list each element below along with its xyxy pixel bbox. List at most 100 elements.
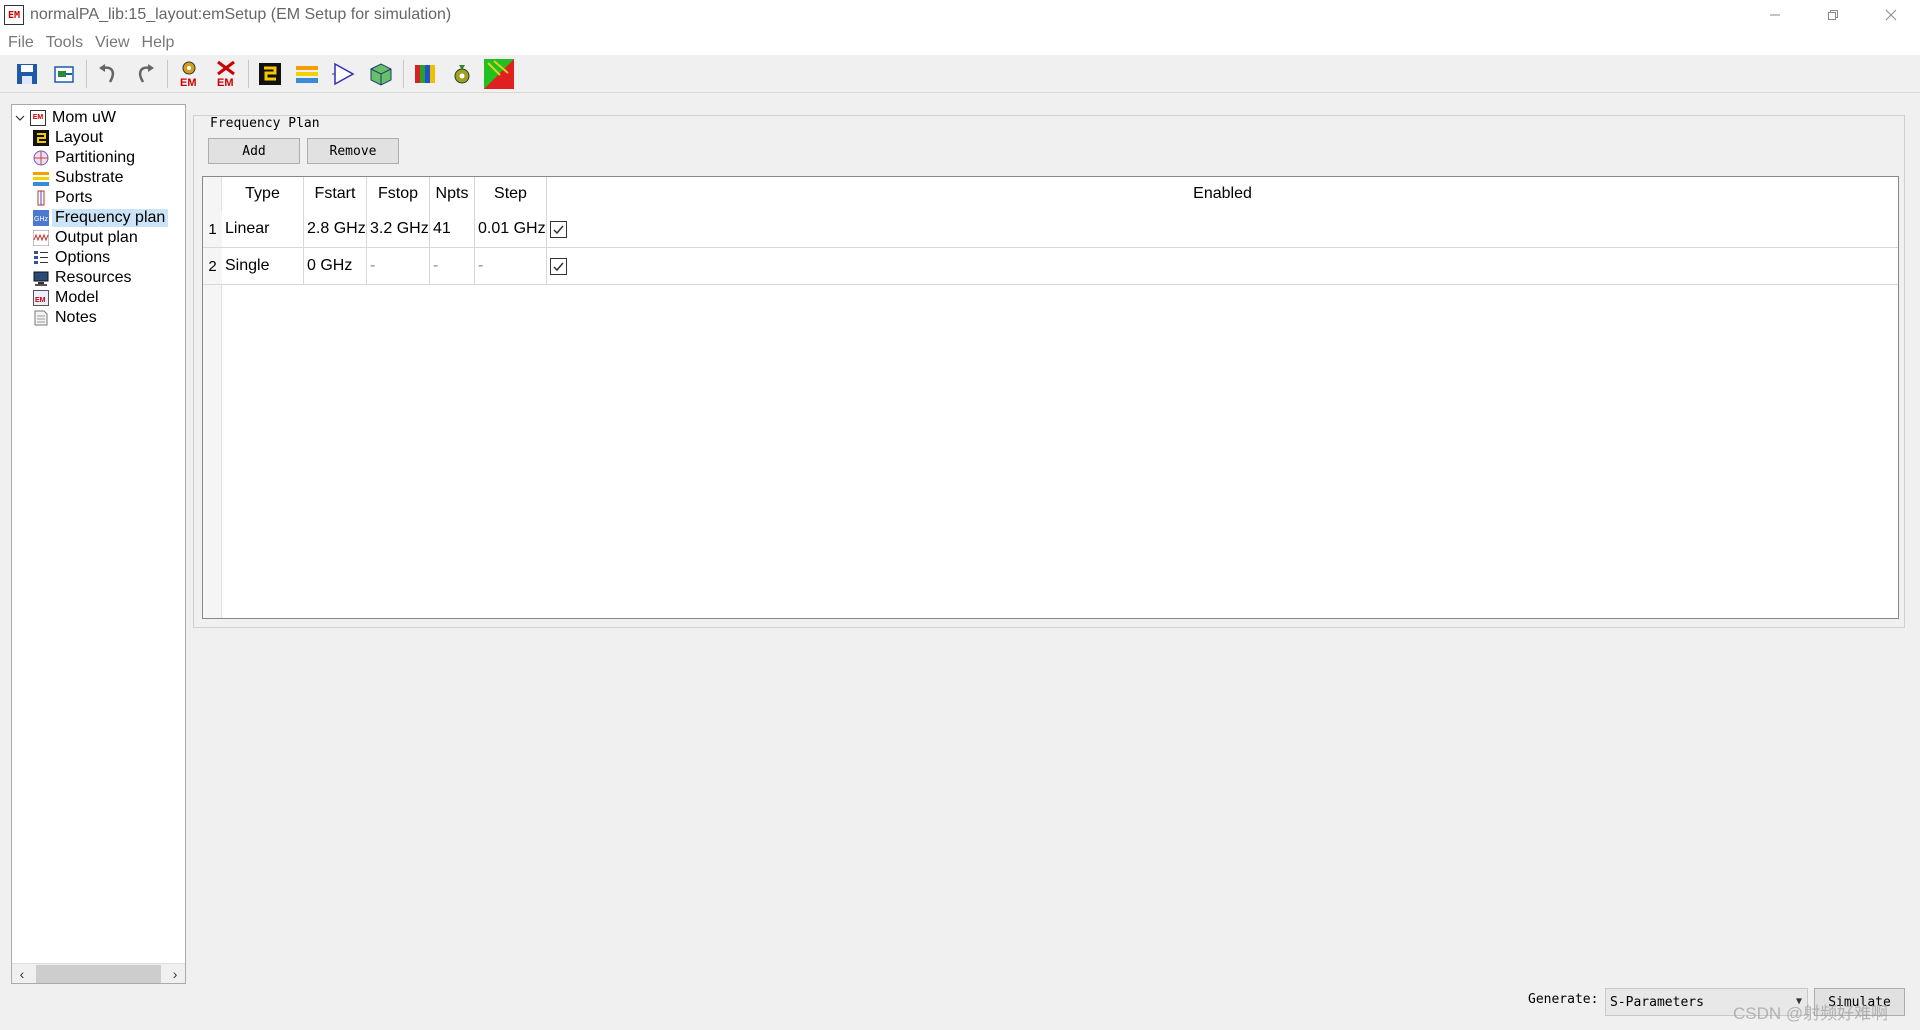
- enabled-checkbox[interactable]: [550, 220, 567, 238]
- cell-step[interactable]: 0.01 GHz: [475, 211, 547, 247]
- em-simulate-button[interactable]: EM: [211, 59, 241, 89]
- ports-button[interactable]: [329, 59, 359, 89]
- scrollbar-thumb[interactable]: [35, 964, 162, 983]
- redo-button[interactable]: [130, 59, 160, 89]
- tree-item-partitioning[interactable]: Partitioning: [33, 148, 135, 168]
- em-icon: EM: [30, 110, 46, 126]
- box-icon: [370, 62, 392, 86]
- add-button[interactable]: Add: [208, 138, 300, 164]
- column-header-step[interactable]: Step: [475, 177, 547, 211]
- column-header-npts[interactable]: Npts: [430, 177, 475, 211]
- minimize-icon: [1770, 14, 1780, 16]
- substrate-icon: [33, 172, 49, 186]
- cell-enabled: [547, 248, 1898, 284]
- toolbar-separator: [86, 59, 87, 88]
- cell-npts[interactable]: -: [430, 248, 475, 284]
- window-controls: [1746, 0, 1920, 30]
- tree-item-substrate[interactable]: Substrate: [33, 168, 123, 188]
- column-header-fstop[interactable]: Fstop: [367, 177, 430, 211]
- save-button[interactable]: [12, 59, 42, 89]
- substrate-icon: [296, 65, 318, 83]
- generate-label: Generate:: [1528, 992, 1599, 1007]
- output-plan-icon: [33, 230, 49, 246]
- colors-icon: [415, 64, 435, 83]
- column-header-enabled[interactable]: Enabled: [547, 177, 1898, 211]
- tree-item-options[interactable]: Options: [33, 248, 110, 268]
- save-icon: [17, 63, 37, 84]
- em-simulate-icon: EM: [217, 60, 235, 88]
- svg-text:EM: EM: [35, 297, 46, 304]
- column-header-type[interactable]: Type: [222, 177, 304, 211]
- cell-type[interactable]: Single: [222, 248, 304, 284]
- cell-npts[interactable]: 41: [430, 211, 475, 247]
- scroll-right-icon[interactable]: ›: [165, 964, 185, 984]
- tree-item-ports[interactable]: Ports: [33, 188, 92, 208]
- tree-item-label: Layout: [55, 129, 104, 146]
- tree-item-model[interactable]: EM Model: [33, 288, 99, 308]
- layout-icon: [259, 62, 281, 85]
- tree-item-layout[interactable]: Layout: [33, 128, 103, 148]
- cell-step[interactable]: -: [475, 248, 547, 284]
- frequency-table: Type Fstart Fstop Npts Step Enabled 1 Li…: [202, 176, 1899, 619]
- table-row[interactable]: 2 Single 0 GHz - - -: [203, 248, 1898, 285]
- menu-help[interactable]: Help: [142, 34, 175, 52]
- app-icon: EM: [4, 5, 24, 25]
- toolbar: EM EM: [0, 55, 1920, 93]
- column-header-fstart[interactable]: Fstart: [304, 177, 367, 211]
- menu-view[interactable]: View: [95, 34, 129, 52]
- restore-button[interactable]: [1804, 0, 1862, 30]
- row-number: 2: [203, 248, 222, 284]
- cell-type[interactable]: Linear: [222, 211, 304, 247]
- layout-icon: [33, 130, 49, 146]
- colors-button[interactable]: [410, 59, 440, 89]
- gear-run-button[interactable]: [447, 59, 477, 89]
- svg-text:EM: EM: [217, 77, 234, 88]
- layout-button[interactable]: [255, 59, 285, 89]
- tree-item-label: Model: [55, 289, 99, 306]
- substrate-button[interactable]: [292, 59, 322, 89]
- box-button[interactable]: [366, 59, 396, 89]
- table-row[interactable]: 1 Linear 2.8 GHz 3.2 GHz 41 0.01 GHz: [203, 211, 1898, 248]
- tree-item-label: Frequency plan: [52, 209, 169, 227]
- svg-text:GHz: GHz: [34, 216, 49, 223]
- close-button[interactable]: [1862, 0, 1920, 30]
- scroll-left-icon[interactable]: ‹: [12, 964, 32, 984]
- tree-item-resources[interactable]: Resources: [33, 268, 131, 288]
- visualization-icon: [484, 58, 514, 89]
- cell-fstart[interactable]: 0 GHz: [304, 248, 367, 284]
- menu-tools[interactable]: Tools: [46, 34, 83, 52]
- tree-item-label: Resources: [55, 269, 132, 286]
- generate-select-value: S-Parameters: [1610, 994, 1704, 1010]
- group-title: Frequency Plan: [207, 116, 323, 131]
- export-icon: [54, 65, 74, 83]
- menu-file[interactable]: File: [8, 34, 34, 52]
- tree-item-notes[interactable]: Notes: [33, 308, 97, 328]
- visualization-button[interactable]: [484, 58, 514, 89]
- em-settings-icon: EM: [180, 61, 197, 88]
- ports-icon: [332, 62, 355, 85]
- partitioning-icon: [33, 150, 49, 166]
- ports-icon: [37, 190, 45, 206]
- tree-item-label: Partitioning: [55, 149, 136, 166]
- checkmark-icon: [553, 262, 564, 271]
- setup-tree: EM Mom uW Layout Partitioning Substrate …: [11, 104, 186, 984]
- redo-icon: [138, 63, 154, 83]
- cell-fstop[interactable]: -: [367, 248, 430, 284]
- svg-text:EM: EM: [180, 77, 197, 88]
- tree-root[interactable]: EM Mom uW: [14, 108, 116, 128]
- cell-fstart[interactable]: 2.8 GHz: [304, 211, 367, 247]
- export-button[interactable]: [49, 59, 79, 89]
- restore-icon: [1828, 10, 1838, 20]
- tree-horizontal-scrollbar[interactable]: ‹ ›: [12, 963, 185, 983]
- remove-button[interactable]: Remove: [307, 138, 399, 164]
- undo-button[interactable]: [93, 59, 123, 89]
- row-number: 1: [203, 211, 222, 247]
- enabled-checkbox[interactable]: [550, 257, 567, 275]
- tree-item-output-plan[interactable]: Output plan: [33, 228, 138, 248]
- minimize-button[interactable]: [1746, 0, 1804, 30]
- em-settings-button[interactable]: EM: [174, 59, 204, 89]
- tree-item-frequency-plan[interactable]: GHz Frequency plan: [33, 208, 169, 228]
- options-icon: [34, 251, 48, 264]
- checkmark-icon: [553, 225, 564, 234]
- cell-fstop[interactable]: 3.2 GHz: [367, 211, 430, 247]
